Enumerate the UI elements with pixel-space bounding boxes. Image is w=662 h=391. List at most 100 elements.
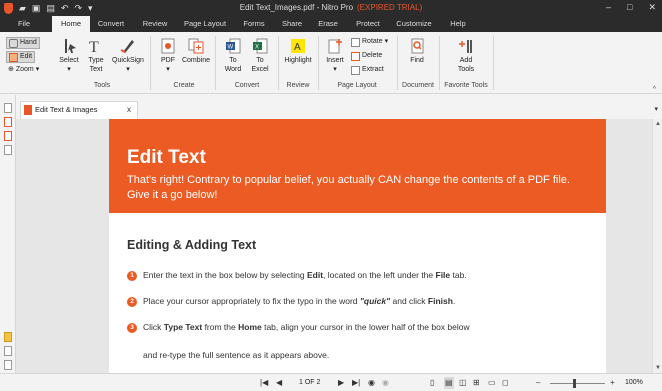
- combine-button[interactable]: Combine: [181, 38, 211, 65]
- ribbon-tabs: File Home Convert Review Page Layout For…: [0, 16, 662, 32]
- collapse-ribbon-icon[interactable]: ^: [653, 86, 656, 93]
- tab-customize[interactable]: Customize: [391, 16, 437, 32]
- step-text: Click: [143, 322, 164, 332]
- section-title: Editing & Adding Text: [127, 238, 257, 252]
- separator: [318, 36, 319, 90]
- rotate-icon: [351, 37, 360, 47]
- edit-icon: [9, 52, 18, 62]
- step-italic: "quick": [359, 296, 391, 306]
- previous-page-button[interactable]: ◀: [276, 377, 282, 389]
- extract-icon: [351, 65, 360, 75]
- zoom-out-button[interactable]: –: [536, 377, 540, 389]
- create-pdf-button[interactable]: PDF ▾: [157, 38, 179, 74]
- close-button[interactable]: ✕: [648, 1, 656, 13]
- facing-view-icon[interactable]: ◫: [459, 377, 467, 389]
- edit-label: Edit: [20, 53, 33, 60]
- zoom-tool-button[interactable]: ⊕ Zoom ▾: [6, 65, 41, 75]
- pdf-page[interactable]: Edit Text That's right! Contrary to popu…: [109, 119, 606, 373]
- hand-icon: [9, 38, 18, 48]
- highlight-label: Highlight: [284, 57, 312, 64]
- pages-panel-icon[interactable]: [4, 103, 12, 113]
- single-page-view-icon[interactable]: ▯: [430, 377, 434, 389]
- tab-file[interactable]: File: [8, 16, 40, 32]
- zoom-in-button[interactable]: +: [610, 377, 615, 389]
- next-view-icon[interactable]: ◉: [382, 377, 389, 389]
- hand-tool-button[interactable]: Hand: [6, 37, 40, 49]
- find-button[interactable]: Find: [405, 38, 429, 65]
- zoom-icon: ⊕: [8, 66, 14, 73]
- step-text: and click: [390, 296, 428, 306]
- zoom-slider-track[interactable]: [550, 383, 605, 384]
- group-label-convert: Convert: [234, 82, 260, 89]
- comments-panel-icon[interactable]: [4, 332, 12, 342]
- fit-width-icon[interactable]: ◻: [502, 377, 509, 389]
- scroll-up-icon[interactable]: ▲: [655, 121, 661, 127]
- add-tools-button[interactable]: Add Tools: [451, 38, 481, 74]
- edit-tool-button[interactable]: Edit: [6, 51, 36, 63]
- step-2: 2 Place your cursor appropriately to fix …: [127, 295, 455, 307]
- pdf-icon: [161, 38, 175, 54]
- quicksign-button[interactable]: QuickSign ▾: [110, 38, 146, 74]
- previous-view-icon[interactable]: ◉: [368, 377, 375, 389]
- document-tab-strip: Edit Text & Images x ▾: [16, 95, 662, 119]
- highlight-button[interactable]: A Highlight: [281, 38, 315, 65]
- word-icon: W: [226, 38, 241, 54]
- minimize-button[interactable]: –: [606, 1, 611, 13]
- maximize-button[interactable]: □: [627, 1, 632, 13]
- find-icon: [411, 38, 424, 54]
- document-viewport[interactable]: Edit Text That's right! Contrary to popu…: [16, 119, 652, 373]
- tab-erase[interactable]: Erase: [314, 16, 342, 32]
- document-tab[interactable]: Edit Text & Images x: [20, 101, 138, 119]
- type-text-icon: T: [89, 39, 99, 54]
- extract-label: Extract: [362, 66, 384, 73]
- select-button[interactable]: Select ▾: [57, 38, 81, 74]
- chevron-down-icon: ▾: [384, 38, 389, 45]
- rotate-button[interactable]: Rotate ▾: [351, 37, 388, 47]
- tab-protect[interactable]: Protect: [350, 16, 386, 32]
- highlight-icon: A: [291, 39, 305, 53]
- close-tab-button[interactable]: x: [127, 102, 131, 118]
- select-label: Select: [59, 57, 79, 64]
- zoom-slider-thumb[interactable]: [573, 379, 576, 388]
- vertical-scrollbar[interactable]: ▲ ▼: [652, 119, 662, 373]
- page-banner: Edit Text That's right! Contrary to popu…: [109, 119, 606, 213]
- step-text: from the: [202, 322, 239, 332]
- tab-review[interactable]: Review: [138, 16, 172, 32]
- left-panel-toolbar: [0, 95, 16, 391]
- to-excel-button[interactable]: X To Excel: [248, 38, 272, 74]
- continuous-facing-view-icon[interactable]: ⊞: [473, 377, 480, 389]
- page-indicator[interactable]: 1 OF 2: [299, 377, 320, 389]
- bookmarks-panel-icon[interactable]: [4, 117, 12, 127]
- to-word-button[interactable]: W To Word: [221, 38, 245, 74]
- fit-page-icon[interactable]: ▭: [488, 377, 496, 389]
- output-panel-icon[interactable]: [4, 360, 12, 370]
- next-page-button[interactable]: ▶: [338, 377, 344, 389]
- tab-page-layout[interactable]: Page Layout: [180, 16, 230, 32]
- banner-text: That's right! Contrary to popular belief…: [127, 174, 570, 201]
- to-word-label: To Word: [224, 57, 242, 73]
- tab-convert[interactable]: Convert: [92, 16, 130, 32]
- type-text-button[interactable]: T Type Text: [85, 38, 107, 74]
- to-excel-label: To Excel: [251, 57, 269, 73]
- tab-list-dropdown-icon[interactable]: ▾: [654, 105, 658, 113]
- step-1: 1 Enter the text in the box below by sele…: [127, 269, 467, 281]
- signatures-panel-icon[interactable]: [4, 346, 12, 356]
- tab-home[interactable]: Home: [52, 16, 90, 32]
- tab-help[interactable]: Help: [444, 16, 472, 32]
- scroll-down-icon[interactable]: ▼: [655, 365, 661, 371]
- group-label-tools: Tools: [93, 82, 111, 89]
- continuous-view-icon[interactable]: ▤: [444, 377, 454, 389]
- tab-share[interactable]: Share: [277, 16, 307, 32]
- last-page-button[interactable]: ▶|: [352, 377, 360, 389]
- zoom-level[interactable]: 100%: [625, 377, 643, 389]
- first-page-button[interactable]: |◀: [260, 377, 268, 389]
- step-text: tab.: [450, 270, 467, 280]
- attachments-panel-icon[interactable]: [4, 131, 12, 141]
- layers-panel-icon[interactable]: [4, 145, 12, 155]
- delete-label: Delete: [362, 52, 383, 59]
- delete-button[interactable]: Delete: [351, 51, 382, 61]
- extract-button[interactable]: Extract: [351, 65, 384, 75]
- group-label-create: Create: [173, 82, 195, 89]
- tab-forms[interactable]: Forms: [238, 16, 270, 32]
- insert-button[interactable]: Insert ▾: [323, 38, 347, 74]
